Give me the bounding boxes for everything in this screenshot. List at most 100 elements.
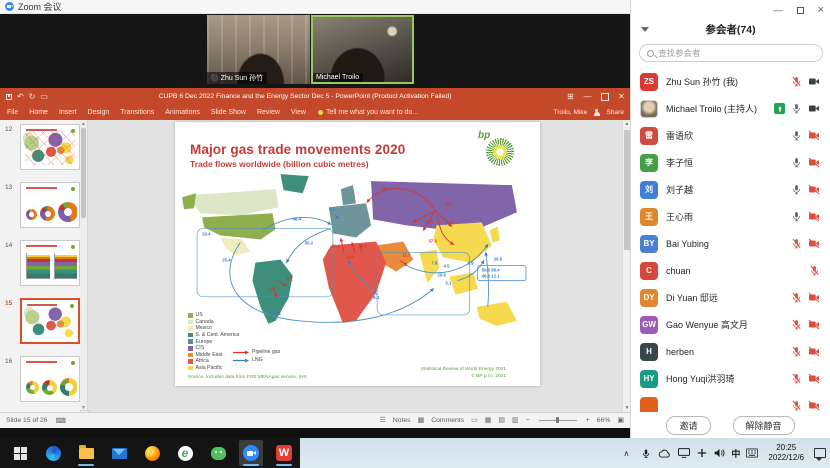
mic-muted-icon[interactable] — [791, 319, 802, 330]
taskbar-icon-browser-e[interactable]: e — [173, 440, 197, 466]
comments-toggle[interactable]: Comments — [431, 417, 464, 424]
participant-row[interactable]: 王王心雨 — [631, 203, 830, 230]
taskbar-icon-file-explorer[interactable] — [74, 440, 98, 466]
participant-row[interactable] — [631, 392, 830, 412]
video-tile-michael-troilo[interactable]: Michael Troilo — [311, 15, 414, 84]
ribbon-display-options-icon[interactable]: ⊞ — [562, 88, 579, 105]
taskbar-icon-firefox[interactable] — [140, 440, 164, 466]
tell-me-box[interactable]: Tell me what you want to do... — [318, 109, 418, 116]
show-hidden-icons-chevron[interactable]: ∧ — [624, 449, 630, 458]
minimize-icon[interactable]: — — [774, 5, 783, 15]
zoom-percent[interactable]: 66% — [597, 417, 611, 424]
mic-muted-icon[interactable] — [791, 76, 802, 87]
display-icon[interactable] — [678, 448, 690, 458]
ribbon-tab-slide-show[interactable]: Slide Show — [211, 109, 246, 116]
zoom-slider[interactable] — [539, 420, 577, 421]
participant-row[interactable]: DYDi Yuan 邸远 — [631, 284, 830, 311]
participant-row[interactable]: 刘刘子越 — [631, 176, 830, 203]
undo-icon[interactable]: ↶ — [17, 92, 24, 101]
thumbnail-scrollbar[interactable]: ▲ ▼ — [80, 120, 87, 412]
mic-muted-icon[interactable] — [791, 292, 802, 303]
ribbon-tab-animations[interactable]: Animations — [165, 109, 200, 116]
unmute-all-button[interactable]: 解除静音 — [733, 416, 795, 435]
signed-in-user[interactable]: Troilo, Mike — [554, 109, 588, 116]
slide-canvas[interactable]: Major gas trade movements 2020 Trade flo… — [175, 122, 540, 386]
taskbar-icon-wechat[interactable] — [206, 440, 230, 466]
participant-row[interactable]: ZSZhu Sun 孙竹 (我) — [631, 68, 830, 95]
participant-row[interactable]: BYBai Yubing — [631, 230, 830, 257]
mic-icon[interactable] — [791, 103, 802, 114]
participant-row[interactable]: Cchuan — [631, 257, 830, 284]
slide-thumbnail-16[interactable] — [20, 356, 80, 402]
restore-icon[interactable] — [596, 88, 613, 105]
taskbar-icon-zoom[interactable] — [239, 440, 263, 466]
camera-off-icon[interactable] — [808, 238, 820, 249]
participant-row[interactable]: GWGao Wenyue 高文月 — [631, 311, 830, 338]
close-icon[interactable]: ✕ — [613, 88, 630, 105]
ime-chinese-indicator[interactable]: 中 — [731, 447, 740, 460]
action-center-icon[interactable] — [814, 448, 826, 458]
camera-off-icon[interactable] — [808, 373, 820, 384]
camera-icon[interactable] — [808, 103, 820, 114]
camera-off-icon[interactable] — [808, 211, 820, 222]
mic-muted-icon[interactable] — [791, 346, 802, 357]
ribbon-tab-design[interactable]: Design — [87, 109, 109, 116]
participant-row[interactable]: Michael Troilo (主持人) — [631, 95, 830, 122]
zoom-out-icon[interactable]: − — [526, 417, 530, 424]
participant-row[interactable]: Hherben — [631, 338, 830, 365]
mic-icon[interactable] — [791, 184, 802, 195]
language-icon[interactable]: ⌨ — [56, 417, 66, 425]
slide-area-scrollbar[interactable]: ▲ ▼ — [622, 120, 630, 412]
slide-thumbnail-12[interactable] — [20, 124, 80, 170]
camera-off-icon[interactable] — [808, 292, 820, 303]
video-tile-zhu-sun[interactable]: ⚫Zhu Sun 孙竹 — [207, 15, 310, 84]
notes-toggle[interactable]: Notes — [393, 417, 411, 424]
reading-view-icon[interactable]: ▤ — [498, 416, 505, 424]
search-participants-input[interactable]: 查找参会者 — [639, 44, 823, 62]
camera-off-icon[interactable] — [808, 184, 820, 195]
camera-off-icon[interactable] — [808, 346, 820, 357]
start-slideshow-icon[interactable]: ▭ — [40, 92, 48, 101]
camera-off-icon[interactable] — [808, 130, 820, 141]
mic-icon[interactable] — [791, 130, 802, 141]
ribbon-tab-file[interactable]: File — [7, 109, 18, 116]
taskbar-icon-start[interactable] — [8, 440, 32, 466]
mic-icon[interactable] — [791, 157, 802, 168]
slide-thumbnail-13[interactable] — [20, 182, 80, 228]
taskbar-icon-mail[interactable] — [107, 440, 131, 466]
cloud-icon[interactable] — [658, 449, 671, 458]
taskbar-clock[interactable]: 20:25 2022/12/6 — [768, 443, 804, 464]
close-icon[interactable]: × — [818, 4, 824, 16]
microphone-icon[interactable] — [641, 448, 651, 459]
participant-row[interactable]: 李李子恒 — [631, 149, 830, 176]
camera-icon[interactable] — [808, 76, 820, 87]
participant-row[interactable]: HYHong Yuqi洪羽琦 — [631, 365, 830, 392]
speaker-icon[interactable] — [714, 448, 725, 458]
mic-muted-icon[interactable] — [791, 373, 802, 384]
restore-icon[interactable] — [797, 7, 804, 14]
taskbar-icon-edge[interactable] — [41, 440, 65, 466]
normal-view-icon[interactable]: ▭ — [471, 416, 478, 424]
camera-off-icon[interactable] — [808, 157, 820, 168]
share-button[interactable]: Share — [606, 109, 624, 116]
redo-icon[interactable]: ↻ — [29, 92, 36, 101]
ribbon-tab-home[interactable]: Home — [29, 109, 48, 116]
fit-to-window-icon[interactable]: ▣ — [617, 416, 624, 424]
mic-muted-icon[interactable] — [791, 238, 802, 249]
mic-muted-icon[interactable] — [791, 400, 802, 411]
ribbon-tab-view[interactable]: View — [291, 109, 306, 116]
scroll-up-icon[interactable]: ▲ — [80, 121, 87, 127]
touch-keyboard-icon[interactable] — [746, 448, 758, 458]
slideshow-view-icon[interactable]: ▥ — [512, 416, 519, 424]
ribbon-tab-insert[interactable]: Insert — [59, 109, 77, 116]
zoom-in-icon[interactable]: + — [586, 417, 590, 424]
slide-number-indicator[interactable]: Slide 15 of 26 — [6, 417, 48, 425]
taskbar-icon-wps[interactable]: W — [272, 440, 296, 466]
input-switch-icon[interactable] — [697, 448, 707, 458]
ribbon-tab-transitions[interactable]: Transitions — [120, 109, 154, 116]
ribbon-tab-review[interactable]: Review — [257, 109, 280, 116]
slide-sorter-view-icon[interactable]: ▦ — [485, 416, 492, 424]
mic-muted-icon[interactable] — [809, 265, 820, 276]
minimize-icon[interactable]: — — [579, 88, 596, 105]
participant-row[interactable]: 雷雷语欣 — [631, 122, 830, 149]
